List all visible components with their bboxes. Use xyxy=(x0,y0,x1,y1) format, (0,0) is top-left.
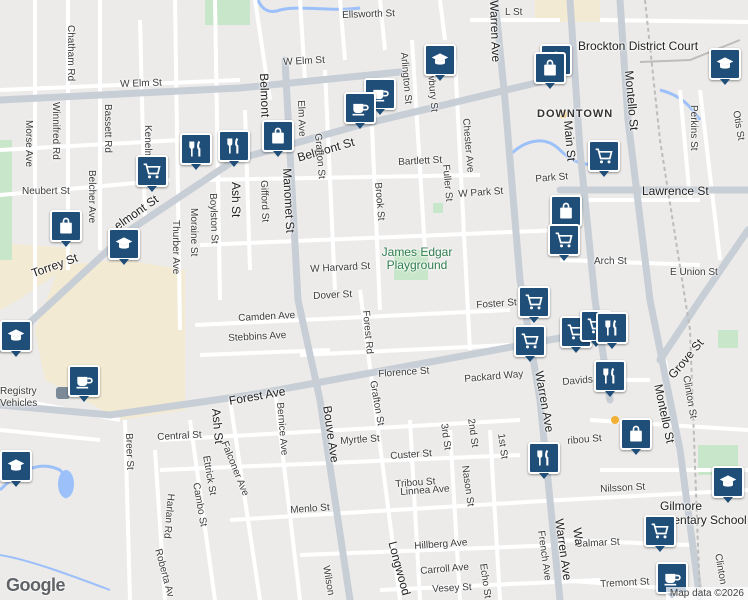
place-label-registry: Registry Vehicles xyxy=(0,386,38,409)
shopping-bag-marker[interactable] xyxy=(620,418,652,455)
street-label-w-elm-left: W Elm St xyxy=(119,77,162,90)
street-label-arch: Arch St xyxy=(594,256,627,267)
street-label-lawrence: Lawrence St xyxy=(642,184,709,198)
shopping-bag-icon xyxy=(56,216,76,236)
street-label-morse: Morse Ave xyxy=(23,120,34,168)
school-marker[interactable] xyxy=(712,466,744,503)
street-label-vesey: Vesey St xyxy=(431,581,472,595)
google-logo: Google xyxy=(6,575,66,595)
shopping-cart-icon xyxy=(520,331,540,351)
shopping-bag-marker[interactable] xyxy=(262,120,294,157)
street-label-ash-lower: Ash St xyxy=(209,407,227,445)
street-label-ash-st: Ash St xyxy=(229,182,243,218)
school-marker[interactable] xyxy=(424,44,456,81)
street-label-fuller: Fuller St xyxy=(440,163,455,202)
shopping-bag-icon xyxy=(626,424,646,444)
fork-knife-icon xyxy=(224,136,244,156)
coffee-cup-icon xyxy=(662,568,682,588)
grocery-marker[interactable] xyxy=(644,515,676,552)
park-area xyxy=(433,203,443,213)
restaurant-marker[interactable] xyxy=(218,130,250,167)
grocery-marker[interactable] xyxy=(136,155,168,192)
fork-knife-icon xyxy=(602,318,622,338)
map-canvas[interactable]: Ellsworth St L St Brockton District Cour… xyxy=(0,0,748,600)
map-attribution[interactable]: Map data ©2026 xyxy=(665,587,748,600)
restaurant-marker[interactable] xyxy=(594,360,626,397)
school-marker[interactable] xyxy=(0,320,32,357)
restaurant-marker[interactable] xyxy=(528,442,560,479)
park-label-james-edgar: James Edgar Playground xyxy=(381,245,453,273)
street-label-winnifred: Winnifred Rd xyxy=(50,102,61,160)
coffee-cup-icon xyxy=(74,371,94,391)
place-label-brockton-court: Brockton District Court xyxy=(578,39,699,53)
school-icon xyxy=(114,234,134,254)
street-label-belmont-vertical: Belmont xyxy=(257,72,273,118)
fork-knife-icon xyxy=(534,448,554,468)
shopping-bag-icon xyxy=(556,201,576,221)
street-label-bassett: Bassett Rd xyxy=(102,104,113,153)
school-icon xyxy=(715,54,735,74)
street-label-belcher: Belcher Ave xyxy=(86,170,97,224)
grocery-marker[interactable] xyxy=(588,140,620,177)
street-label-neubert: Neubert St xyxy=(22,186,70,197)
pond xyxy=(58,470,74,498)
school-icon xyxy=(430,50,450,70)
street-label-thurber: Thurber Ave xyxy=(170,220,181,275)
cafe-marker[interactable] xyxy=(344,92,376,129)
shopping-cart-icon xyxy=(142,161,162,181)
street-label-ellsworth: Ellsworth St xyxy=(341,8,396,21)
restaurant-marker[interactable] xyxy=(180,133,212,170)
street-label-perkins: Perkins St xyxy=(688,105,699,151)
street-label-1st: 1st St xyxy=(495,432,510,460)
park-area xyxy=(0,140,12,260)
park-area xyxy=(205,0,250,25)
shopping-cart-icon xyxy=(554,230,574,250)
street-label-manomet: Manomet St xyxy=(280,167,298,234)
school-icon xyxy=(6,326,26,346)
street-label-elm-ave: Elm Ave xyxy=(295,99,308,137)
shopping-bag-icon xyxy=(268,126,288,146)
grocery-marker[interactable] xyxy=(514,325,546,362)
street-label-e-union: E Union St xyxy=(670,267,718,278)
school-marker[interactable] xyxy=(0,450,32,487)
transit-dot xyxy=(611,416,619,424)
street-label-main-top: Main St xyxy=(561,119,579,162)
street-label-chatham: Chatham Rd xyxy=(65,25,76,82)
street-label-l-st: L St xyxy=(505,7,523,18)
street-label-moraine: Moraine St xyxy=(188,208,199,257)
street-label-breer: Breer St xyxy=(123,432,136,471)
fork-knife-icon xyxy=(186,139,206,159)
shopping-bag-marker[interactable] xyxy=(550,195,582,232)
cafe-marker[interactable] xyxy=(68,365,100,402)
shopping-bag-icon xyxy=(540,58,560,78)
street-label-warren-bottom-2: Wa xyxy=(570,526,587,547)
restaurant-marker[interactable] xyxy=(596,312,628,349)
district-label-downtown: DOWNTOWN xyxy=(537,108,614,120)
school-marker[interactable] xyxy=(709,48,741,85)
street-label-boylston: Boylston St xyxy=(207,192,220,244)
school-icon xyxy=(718,472,738,492)
shopping-bag-marker[interactable] xyxy=(50,210,82,247)
street-label-warren-top: Warren Ave xyxy=(487,0,504,63)
park-area xyxy=(718,330,738,348)
school-marker[interactable] xyxy=(108,228,140,265)
shopping-cart-icon xyxy=(594,146,614,166)
school-icon xyxy=(6,456,26,476)
shopping-bag-marker[interactable] xyxy=(534,52,566,89)
fork-knife-icon xyxy=(600,366,620,386)
street-label-brook: Brook St xyxy=(372,181,387,222)
coffee-cup-icon xyxy=(350,98,370,118)
grocery-marker[interactable] xyxy=(548,224,580,261)
street-label-dover: Dover St xyxy=(312,288,353,302)
grocery-marker[interactable] xyxy=(518,286,550,323)
shopping-cart-icon xyxy=(650,521,670,541)
place-label-gilmore: Gilmore xyxy=(660,499,703,513)
shopping-cart-icon xyxy=(524,292,544,312)
street-label-gifford: Gifford St xyxy=(258,179,271,223)
